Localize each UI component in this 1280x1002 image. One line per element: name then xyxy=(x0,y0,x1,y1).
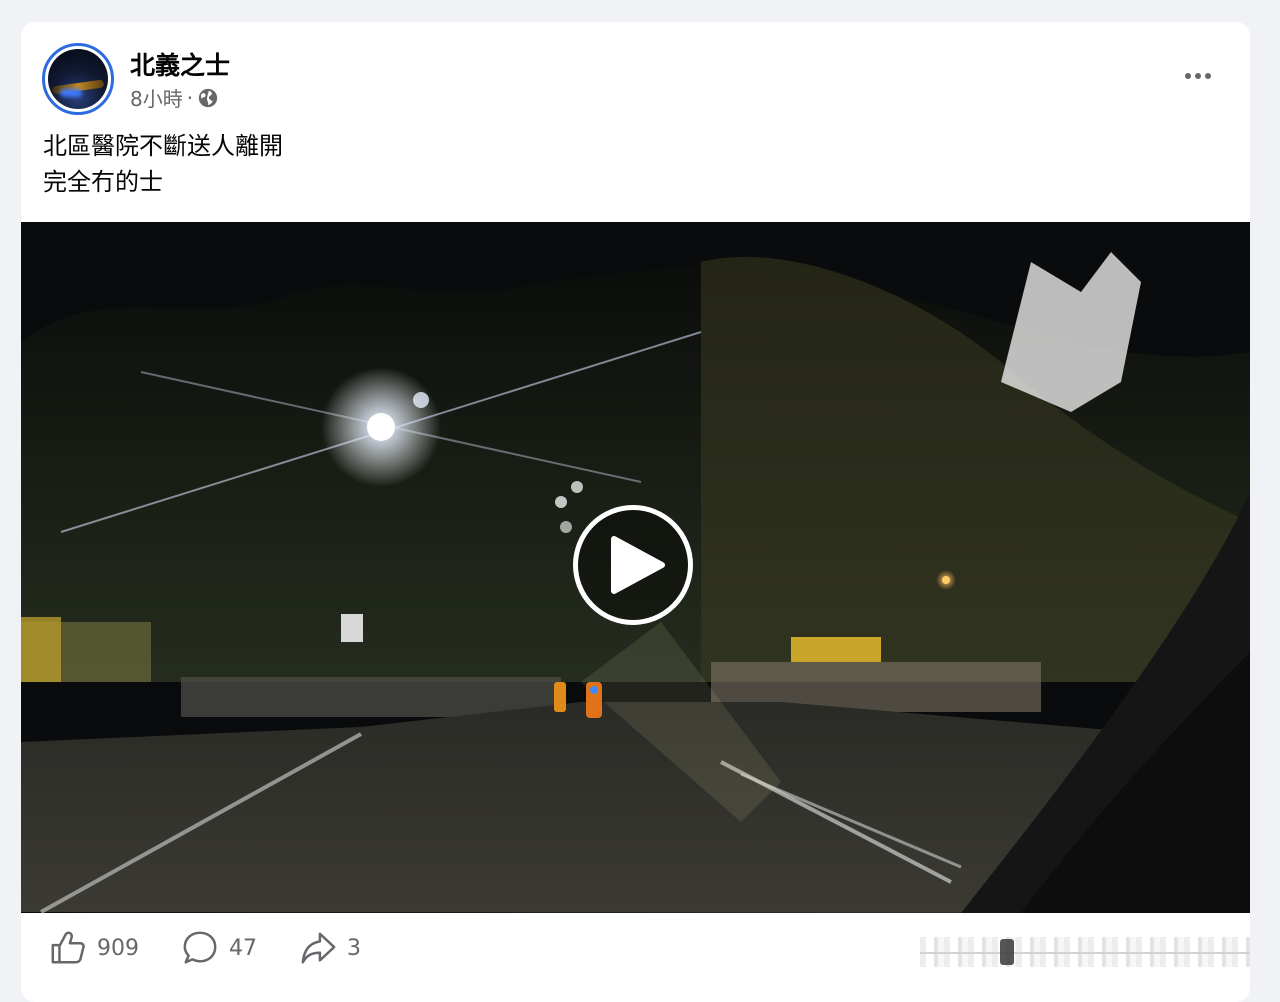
share-icon xyxy=(301,932,336,964)
comment-button[interactable]: 47 xyxy=(181,929,257,967)
more-options-button[interactable] xyxy=(1176,60,1220,92)
globe-icon xyxy=(198,88,218,107)
video-player[interactable] xyxy=(21,222,1250,913)
avatar-image xyxy=(48,49,108,109)
share-button[interactable]: 3 xyxy=(299,929,361,967)
post-text-line: 北區醫院不斷送人離開 xyxy=(43,132,283,160)
play-button[interactable] xyxy=(573,505,693,625)
comment-count: 47 xyxy=(229,935,257,961)
thumbs-up-icon xyxy=(51,931,85,964)
like-count: 909 xyxy=(97,935,139,961)
post-meta: 8小時 · xyxy=(130,83,219,112)
post-text: 北區醫院不斷送人離開 完全冇的士 xyxy=(43,128,283,200)
more-horizontal-icon xyxy=(1185,73,1191,79)
share-count: 3 xyxy=(347,935,361,961)
blurred-watermark xyxy=(920,937,1250,967)
like-button[interactable]: 909 xyxy=(49,929,139,967)
meta-separator: · xyxy=(186,85,194,110)
comment-icon xyxy=(183,931,217,964)
play-icon xyxy=(611,536,665,594)
author-name[interactable]: 北義之士 xyxy=(130,46,230,82)
post-card: 北義之士 8小時 · 北區醫院不斷送人離開 完全冇的士 909 47 3 xyxy=(21,22,1250,1002)
post-time[interactable]: 8小時 xyxy=(130,83,183,112)
post-text-line: 完全冇的士 xyxy=(43,168,163,196)
avatar[interactable] xyxy=(42,43,114,115)
